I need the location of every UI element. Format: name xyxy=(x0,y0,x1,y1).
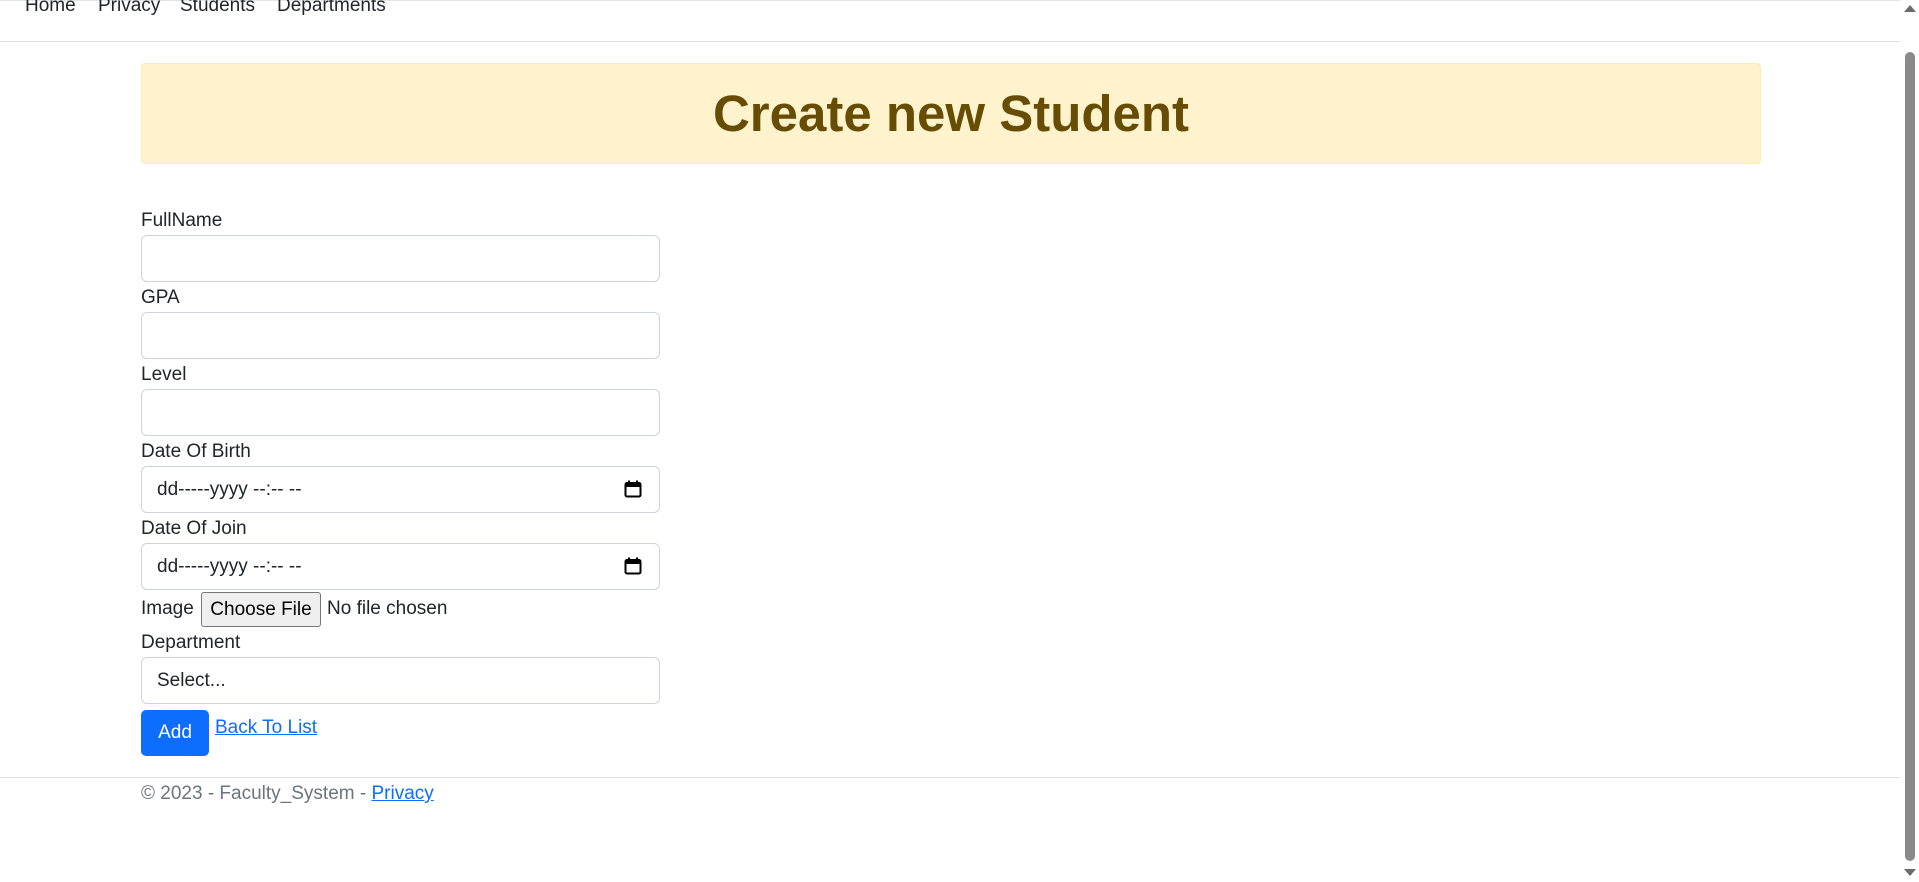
fullname-label: FullName xyxy=(141,210,223,231)
footer-divider xyxy=(0,777,1900,778)
department-selected-value: Select... xyxy=(157,669,226,691)
nav-link-home[interactable]: Home xyxy=(25,0,76,17)
department-select[interactable]: Select... xyxy=(141,657,660,704)
footer: © 2023 - Faculty_System - Privacy xyxy=(141,783,434,805)
level-input[interactable] xyxy=(141,389,660,436)
calendar-icon[interactable] xyxy=(624,480,642,498)
gpa-input[interactable] xyxy=(141,312,660,359)
department-label: Department xyxy=(141,632,241,653)
vertical-scrollbar[interactable] xyxy=(1900,0,1919,882)
date-of-join-label: Date Of Join xyxy=(141,518,247,539)
choose-file-button[interactable]: Choose File xyxy=(201,592,321,627)
page: Home Privacy Students Departments Create… xyxy=(0,0,1919,882)
date-of-join-input[interactable]: dd-----yyyy --:-- -- xyxy=(141,543,660,590)
gpa-label: GPA xyxy=(141,287,180,308)
footer-copyright: © 2023 - Faculty_System - xyxy=(141,783,372,804)
date-of-birth-label: Date Of Birth xyxy=(141,441,251,462)
add-button[interactable]: Add xyxy=(141,710,209,756)
footer-privacy-link[interactable]: Privacy xyxy=(371,783,433,804)
page-title: Create new Student xyxy=(712,85,1190,142)
back-to-list-link[interactable]: Back To List xyxy=(215,717,317,739)
scroll-down-arrow-icon[interactable] xyxy=(1904,869,1916,876)
date-of-birth-input[interactable]: dd-----yyyy --:-- -- xyxy=(141,466,660,513)
nav-link-departments[interactable]: Departments xyxy=(277,0,386,17)
page-header-alert: Create new Student xyxy=(141,63,1761,164)
scroll-up-arrow-icon[interactable] xyxy=(1904,5,1916,12)
top-navbar: Home Privacy Students Departments xyxy=(0,0,1900,42)
level-label: Level xyxy=(141,364,187,385)
scroll-thumb[interactable] xyxy=(1905,52,1915,861)
date-of-join-placeholder: dd-----yyyy --:-- -- xyxy=(157,555,302,577)
nav-link-privacy[interactable]: Privacy xyxy=(98,0,160,17)
file-status-text: No file chosen xyxy=(327,598,448,619)
image-label: Image xyxy=(141,598,194,619)
date-of-birth-placeholder: dd-----yyyy --:-- -- xyxy=(157,478,302,500)
calendar-icon[interactable] xyxy=(624,557,642,575)
fullname-input[interactable] xyxy=(141,235,660,282)
nav-link-students[interactable]: Students xyxy=(180,0,255,17)
